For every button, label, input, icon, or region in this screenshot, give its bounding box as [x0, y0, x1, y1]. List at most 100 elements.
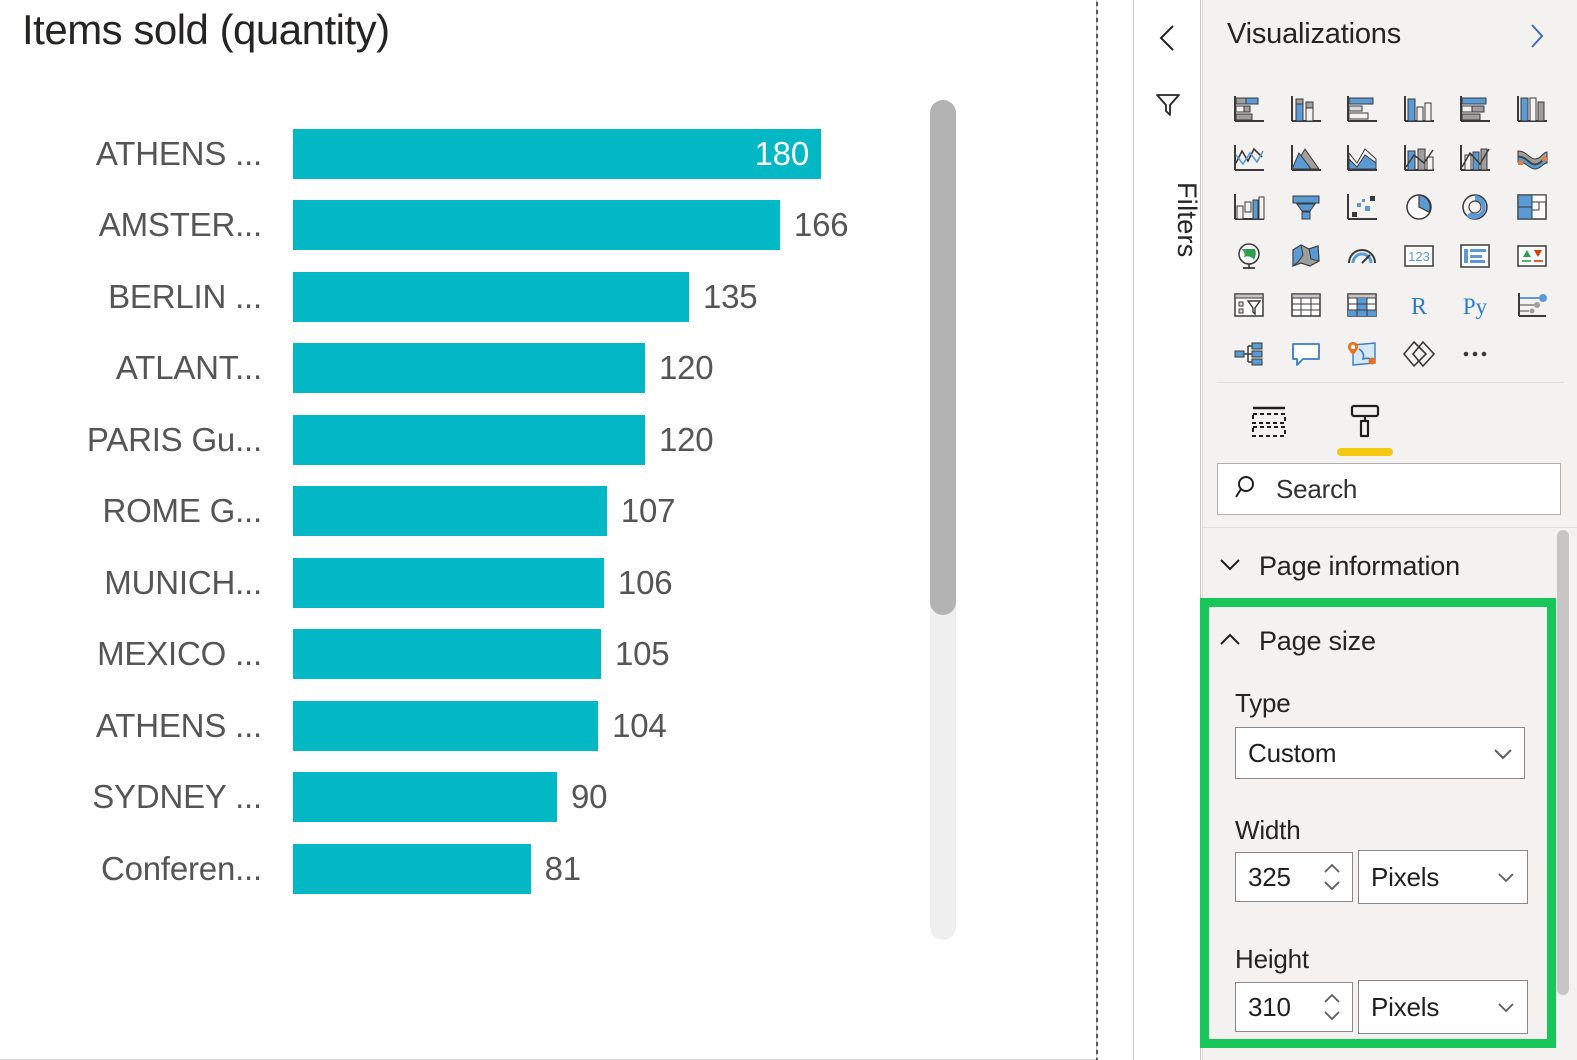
bar-category-label: ATHENS ... [0, 118, 262, 190]
bar[interactable] [293, 629, 601, 679]
filters-pane-collapsed[interactable]: Filters [1133, 0, 1201, 1060]
height-unit-dropdown[interactable]: Pixels [1358, 980, 1528, 1034]
bar[interactable] [293, 701, 598, 751]
chevron-left-icon[interactable] [1152, 22, 1184, 54]
hundred-percent-stacked-bar-chart-icon[interactable] [1447, 84, 1504, 133]
paginated-report-icon[interactable] [1391, 329, 1448, 378]
bar-value-label: 90 [571, 778, 607, 816]
gauge-icon[interactable] [1334, 231, 1391, 280]
bar-row[interactable]: SYDNEY ...90 [0, 762, 960, 834]
scatter-chart-icon[interactable] [1334, 182, 1391, 231]
bar-row[interactable]: ATLANT...120 [0, 333, 960, 405]
line-and-clustered-column-chart-icon[interactable] [1447, 133, 1504, 182]
hundred-percent-stacked-column-chart-icon[interactable] [1504, 84, 1561, 133]
line-and-stacked-column-chart-icon[interactable] [1391, 133, 1448, 182]
bar[interactable] [293, 844, 531, 894]
area-chart-icon[interactable] [1278, 133, 1335, 182]
treemap-icon[interactable] [1504, 182, 1561, 231]
bar-container: 105 [293, 619, 669, 691]
arcgis-maps-icon[interactable] [1334, 329, 1391, 378]
search-input[interactable]: Search [1217, 463, 1561, 515]
bar-container: 166 [293, 190, 848, 262]
bar-row[interactable]: ATHENS ... 180 [0, 118, 960, 190]
bar[interactable] [293, 558, 604, 608]
stacked-column-chart-icon[interactable] [1278, 84, 1335, 133]
bar-value-label: 105 [615, 635, 669, 673]
multi-row-card-icon[interactable] [1447, 231, 1504, 280]
page-information-section-header[interactable]: Page information [1217, 540, 1547, 592]
bar-row[interactable]: ROME G...107 [0, 476, 960, 548]
filled-map-icon[interactable] [1278, 231, 1335, 280]
fields-pane-icon [1249, 404, 1289, 443]
pie-chart-icon[interactable] [1391, 182, 1448, 231]
matrix-icon[interactable] [1334, 280, 1391, 329]
kpi-icon[interactable] [1504, 231, 1561, 280]
page-size-section-header[interactable]: Page size [1217, 615, 1547, 667]
bar-chart-plot-area[interactable]: ATHENS ... 180 AMSTER...166BERLIN ... 135 AT… [0, 118, 960, 905]
filter-funnel-icon[interactable] [1152, 88, 1184, 120]
width-value-input[interactable]: 325 [1235, 852, 1353, 902]
pane-scrollbar-thumb[interactable] [1557, 530, 1569, 995]
more-options-icon[interactable] [1447, 329, 1504, 378]
stacked-bar-chart-icon[interactable] [1221, 84, 1278, 133]
bar[interactable]: 180 [293, 129, 821, 179]
r-script-visual-icon[interactable]: R [1391, 280, 1448, 329]
funnel-chart-icon[interactable] [1278, 182, 1335, 231]
height-value-input[interactable]: 310 [1235, 982, 1353, 1032]
format-tab[interactable] [1337, 395, 1393, 451]
width-unit-value: Pixels [1359, 862, 1485, 893]
bar-value-label: 120 [659, 349, 713, 387]
svg-text:R: R [1411, 294, 1427, 320]
bar-row[interactable]: Conferen...81 [0, 833, 960, 905]
report-canvas: Items sold (quantity) ATHENS ...180AMSTE… [0, 0, 1097, 1060]
bar[interactable] [293, 486, 607, 536]
fields-tab[interactable] [1241, 395, 1297, 451]
bar[interactable] [293, 772, 557, 822]
height-value: 310 [1236, 992, 1312, 1023]
bar-value-label: 106 [618, 564, 672, 602]
slicer-icon[interactable] [1221, 280, 1278, 329]
map-icon[interactable] [1221, 231, 1278, 280]
width-spinner[interactable] [1312, 853, 1352, 901]
bar[interactable] [293, 415, 645, 465]
bar-row[interactable]: MUNICH...106 [0, 547, 960, 619]
bar[interactable] [293, 272, 689, 322]
bar-row[interactable]: AMSTER...166 [0, 190, 960, 262]
bar-row[interactable]: BERLIN ... 135 [0, 261, 960, 333]
page-type-dropdown[interactable]: Custom [1235, 727, 1525, 779]
bar-container: 180 [293, 118, 821, 190]
donut-chart-icon[interactable] [1447, 182, 1504, 231]
bar-container: 81 [293, 833, 581, 905]
bar-category-label: BERLIN ... [0, 261, 262, 333]
decomposition-tree-icon[interactable] [1221, 329, 1278, 378]
bar-category-label: PARIS Gu... [0, 404, 262, 476]
bar-row[interactable]: PARIS Gu...120 [0, 404, 960, 476]
bar-value-label: 104 [612, 707, 666, 745]
bar[interactable] [293, 200, 780, 250]
search-icon [1234, 473, 1262, 506]
table-icon[interactable] [1278, 280, 1335, 329]
ribbon-chart-icon[interactable] [1504, 133, 1561, 182]
bar-row[interactable]: MEXICO ...105 [0, 619, 960, 691]
page-type-value: Custom [1236, 738, 1482, 769]
waterfall-chart-icon[interactable] [1221, 182, 1278, 231]
bar-row[interactable]: ATHENS ...104 [0, 690, 960, 762]
width-unit-dropdown[interactable]: Pixels [1358, 850, 1528, 904]
clustered-column-chart-icon[interactable] [1391, 84, 1448, 133]
visual-type-gallery[interactable]: 123 [1203, 84, 1577, 378]
qna-icon[interactable] [1278, 329, 1335, 378]
python-visual-icon[interactable]: Py [1447, 280, 1504, 329]
height-field-label: Height [1235, 944, 1309, 975]
key-influencers-icon[interactable] [1504, 280, 1561, 329]
stacked-area-chart-icon[interactable] [1334, 133, 1391, 182]
chevron-up-icon [1217, 629, 1243, 654]
line-chart-icon[interactable] [1221, 133, 1278, 182]
bar[interactable] [293, 343, 645, 393]
chart-scrollbar-thumb[interactable] [930, 100, 956, 615]
page-size-label: Page size [1259, 626, 1376, 657]
card-icon[interactable]: 123 [1391, 231, 1448, 280]
chevron-right-icon[interactable] [1523, 22, 1551, 50]
height-spinner[interactable] [1312, 983, 1352, 1031]
bar-value-label: 135 [703, 278, 757, 316]
clustered-bar-chart-icon[interactable] [1334, 84, 1391, 133]
